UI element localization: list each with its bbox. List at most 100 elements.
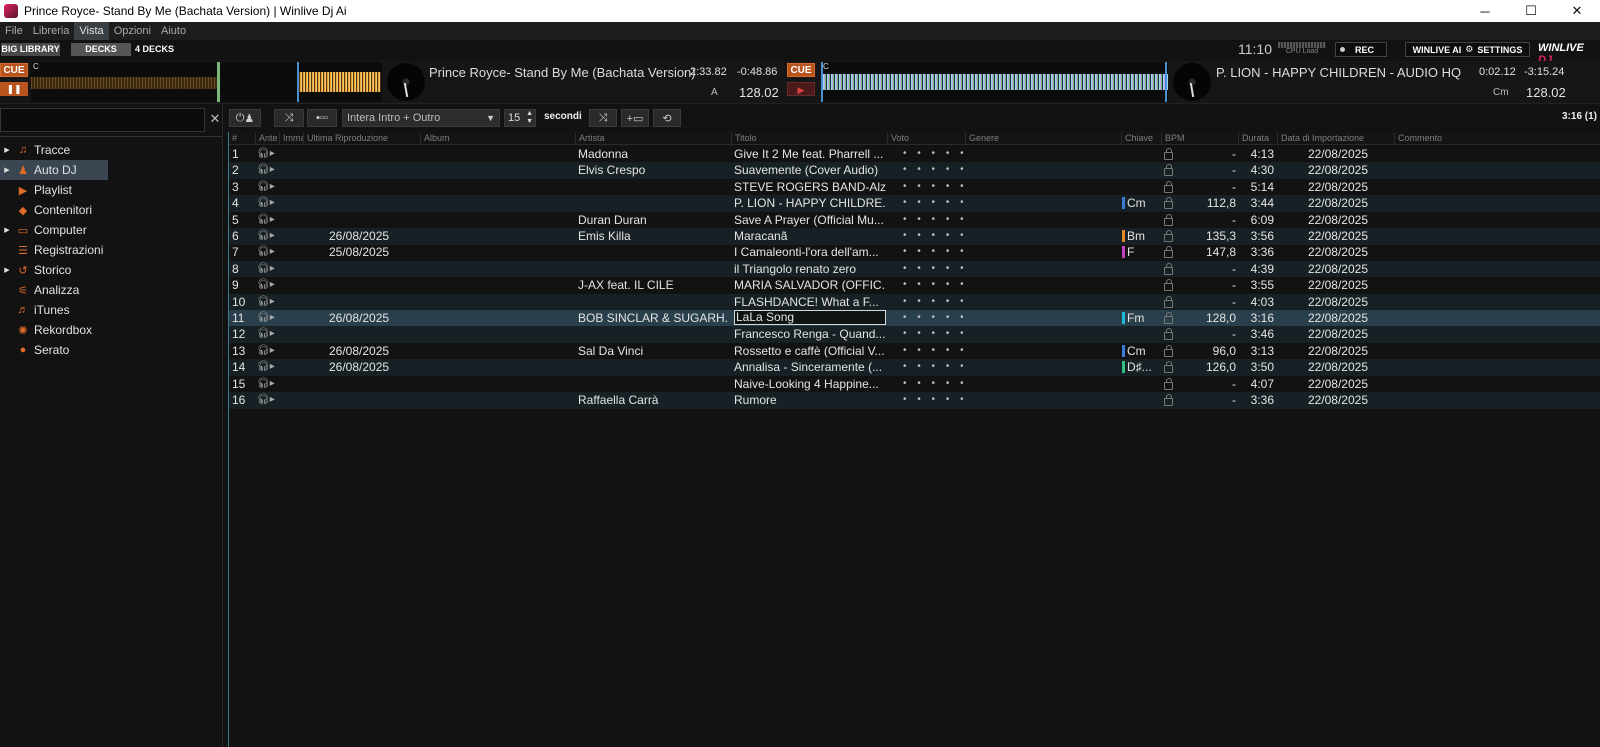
cell-rating[interactable]: • • • • • [903,392,963,408]
table-row[interactable]: 🎧︎▸ 1 Madonna Give It 2 Me feat. Pharrell .… [229,146,1600,163]
expand-arrow-icon[interactable]: ▶ [0,166,14,174]
auto-dj-power-button[interactable]: ⏻ ♟ [229,109,261,127]
transition-select[interactable]: Intera Intro + Outro ▼ [342,109,500,127]
cell-rating[interactable]: • • • • • [903,294,963,310]
table-row[interactable]: 🎧︎▸ 11 26/08/2025 BOB SINCLAR & SUGARH... La… [229,310,1600,327]
bpm-lock-icon[interactable] [1164,310,1178,326]
bpm-lock-icon[interactable] [1164,294,1178,310]
col-comment[interactable]: Commento [1394,132,1600,145]
cell-rating[interactable]: • • • • • [903,359,963,375]
deck-a-cue-button[interactable]: CUE [0,63,28,77]
maximize-button[interactable]: ☐ [1508,0,1554,22]
col-artist[interactable]: Artista [575,132,731,145]
cell-rating[interactable]: • • • • • [903,228,963,244]
cell-rating[interactable]: • • • • • [903,277,963,293]
cell-rating[interactable]: • • • • • [903,146,963,162]
expand-arrow-icon[interactable]: ▶ [0,226,14,234]
col-genre[interactable]: Genere [965,132,1121,145]
sidebar-item-auto-dj[interactable]: ▶ ♟ Auto DJ [0,160,108,180]
bpm-lock-icon[interactable] [1164,326,1178,342]
col-key[interactable]: Chiave [1121,132,1161,145]
table-row[interactable]: 🎧︎▸ 6 26/08/2025 Emis Killa Maracanã • • • • … [229,228,1600,245]
sidebar-item-computer[interactable]: ▶ ▭ Computer [0,220,108,240]
bpm-lock-icon[interactable] [1164,343,1178,359]
cell-rating[interactable]: • • • • • [903,343,963,359]
collapse-sidebar-icon[interactable]: ✕ [208,112,222,126]
menu-libreria[interactable]: Libreria [28,22,75,40]
bpm-lock-icon[interactable] [1164,392,1178,408]
cell-rating[interactable]: • • • • • [903,244,963,260]
table-row[interactable]: 🎧︎▸ 4 P. LION - HAPPY CHILDRE... • • • • • C… [229,195,1600,212]
cell-rating[interactable]: • • • • • [903,162,963,178]
table-row[interactable]: 🎧︎▸ 3 STEVE ROGERS BAND-Alz... • • • • • -5:… [229,179,1600,196]
col-title[interactable]: Titolo [731,132,887,145]
headphones-icon[interactable]: 🎧︎▸ [257,359,279,375]
sidebar-item-itunes[interactable]: ♬ iTunes [0,300,108,320]
sidebar-divider[interactable] [222,104,223,747]
bpm-lock-icon[interactable] [1164,376,1178,392]
table-row[interactable]: 🎧︎▸ 2 Elvis Crespo Suavemente (Cover Audio)… [229,162,1600,179]
sidebar-item-serato[interactable]: ● Serato [0,340,108,360]
cell-rating[interactable]: • • • • • [903,376,963,392]
col-last-played[interactable]: Ultima Riproduzione [303,132,420,145]
menu-file[interactable]: File [0,22,28,40]
deck-a-waveform[interactable]: C [31,62,382,102]
sidebar-item-tracce[interactable]: ▶ ♫ Tracce [0,140,108,160]
bpm-lock-icon[interactable] [1164,179,1178,195]
seconds-stepper[interactable]: 15 ▲ ▼ [504,109,536,127]
mode-toggle-button[interactable]: ▪▫▫ [307,109,337,127]
table-row[interactable]: 🎧︎▸ 5 Duran Duran Save A Prayer (Official M… [229,212,1600,229]
col-album[interactable]: Album [420,132,575,145]
bpm-lock-icon[interactable] [1164,277,1178,293]
record-button[interactable]: REC [1335,42,1387,57]
sidebar-item-analizza[interactable]: ⚟ Analizza [0,280,108,300]
headphones-icon[interactable]: 🎧︎▸ [257,179,279,195]
bpm-lock-icon[interactable] [1164,244,1178,260]
cell-rating[interactable]: • • • • • [903,179,963,195]
deck-b-cue-button[interactable]: CUE [787,63,815,77]
col-duration[interactable]: Durata [1238,132,1277,145]
headphones-icon[interactable]: 🎧︎▸ [257,212,279,228]
repeat-button[interactable]: ⟲ [653,109,681,127]
headphones-icon[interactable]: 🎧︎▸ [257,261,279,277]
headphones-icon[interactable]: 🎧︎▸ [257,195,279,211]
shuffle-button[interactable]: ⤨ [589,109,617,127]
stepper-arrows-icon[interactable]: ▲ ▼ [526,110,533,126]
sidebar-item-rekordbox[interactable]: ✺ Rekordbox [0,320,108,340]
bpm-lock-icon[interactable] [1164,359,1178,375]
table-row[interactable]: 🎧︎▸ 10 FLASHDANCE! What a F... • • • • • -4:… [229,293,1600,311]
headphones-icon[interactable]: 🎧︎▸ [257,326,279,342]
col-preview[interactable]: Ante [255,132,279,145]
bpm-lock-icon[interactable] [1164,261,1178,277]
col-import-date[interactable]: Data di Importazione [1277,132,1394,145]
bpm-lock-icon[interactable] [1164,162,1178,178]
table-row[interactable]: 🎧︎▸ 8 il Triangolo renato zero • • • • • -4:… [229,260,1600,278]
headphones-icon[interactable]: 🎧︎▸ [257,376,279,392]
bpm-lock-icon[interactable] [1164,146,1178,162]
table-row[interactable]: 🎧︎▸ 7 25/08/2025 I Camaleonti-l'ora dell'am… [229,244,1600,261]
add-track-button[interactable]: +▭ [621,109,649,127]
col-rating[interactable]: Voto [887,132,965,145]
deck-a-platter[interactable] [387,63,425,101]
settings-button[interactable]: WINLIVE AI ⚙ SETTINGS [1405,42,1530,57]
col-number[interactable]: # [229,132,255,145]
cell-rating[interactable]: • • • • • [903,195,963,211]
expand-arrow-icon[interactable]: ▶ [0,146,14,154]
deck-a-pause-button[interactable]: ❚❚ [0,82,28,96]
menu-aiuto[interactable]: Aiuto [156,22,191,40]
deck-b-platter[interactable] [1173,63,1211,101]
table-row[interactable]: 🎧︎▸ 12 Francesco Renga - Quand... • • • • •… [229,326,1600,343]
col-bpm[interactable]: BPM [1161,132,1238,145]
minimize-button[interactable]: ─ [1462,0,1508,22]
close-button[interactable]: ✕ [1554,0,1600,22]
headphones-icon[interactable]: 🎧︎▸ [257,244,279,260]
headphones-icon[interactable]: 🎧︎▸ [257,228,279,244]
table-row[interactable]: 🎧︎▸ 15 Naive-Looking 4 Happine... • • • • •… [229,376,1600,393]
sidebar-item-registrazioni[interactable]: ☰ Registrazioni [0,240,108,260]
cell-rating[interactable]: • • • • • [903,261,963,277]
bpm-lock-icon[interactable] [1164,212,1178,228]
cell-rating[interactable]: • • • • • [903,326,963,342]
table-row[interactable]: 🎧︎▸ 13 26/08/2025 Sal Da Vinci Rossetto e ca… [229,343,1600,360]
headphones-icon[interactable]: 🎧︎▸ [257,146,279,162]
col-image[interactable]: Imma [279,132,303,145]
